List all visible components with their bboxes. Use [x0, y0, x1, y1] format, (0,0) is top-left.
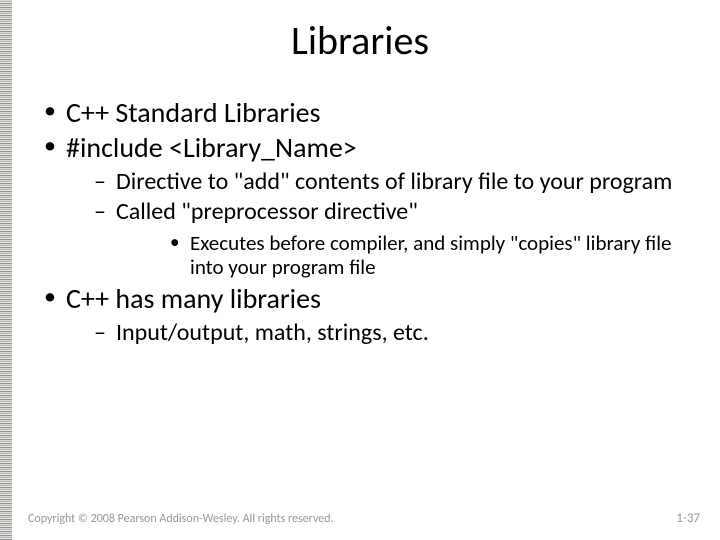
bullet-list-level2: Directive to "add" contents of library f… — [66, 168, 690, 280]
bullet-text: #include <Library_Name> — [66, 130, 357, 165]
left-decorative-strip — [0, 0, 12, 540]
bullet-text: Executes before compiler, and simply "co… — [190, 230, 671, 281]
bullet-list-level3: Executes before compiler, and simply "co… — [116, 231, 690, 281]
bullet-list-level2: Input/output, math, strings, etc. — [66, 319, 690, 347]
bullet-text: C++ has many libraries — [66, 281, 321, 316]
slide-body: C++ Standard Libraries #include <Library… — [40, 96, 690, 350]
footer-page-number: 1-37 — [676, 511, 700, 526]
bullet-l3: Executes before compiler, and simply "co… — [170, 231, 690, 281]
slide: Libraries C++ Standard Libraries #includ… — [0, 0, 720, 540]
bullet-l2: Directive to "add" contents of library f… — [94, 168, 690, 196]
bullet-text: Input/output, math, strings, etc. — [116, 318, 429, 347]
bullet-text: Directive to "add" contents of library f… — [116, 167, 672, 196]
bullet-l2: Called "preprocessor directive" Executes… — [94, 198, 690, 280]
slide-title: Libraries — [0, 16, 720, 65]
bullet-text: Called "preprocessor directive" — [116, 197, 418, 226]
bullet-l2: Input/output, math, strings, etc. — [94, 319, 690, 347]
footer-copyright: Copyright © 2008 Pearson Addison-Wesley.… — [28, 512, 334, 526]
bullet-l1: C++ has many libraries Input/output, mat… — [40, 282, 690, 347]
bullet-text: C++ Standard Libraries — [66, 95, 321, 130]
bullet-l1: C++ Standard Libraries — [40, 96, 690, 129]
bullet-l1: #include <Library_Name> Directive to "ad… — [40, 131, 690, 280]
bullet-list-level1: C++ Standard Libraries #include <Library… — [40, 96, 690, 348]
